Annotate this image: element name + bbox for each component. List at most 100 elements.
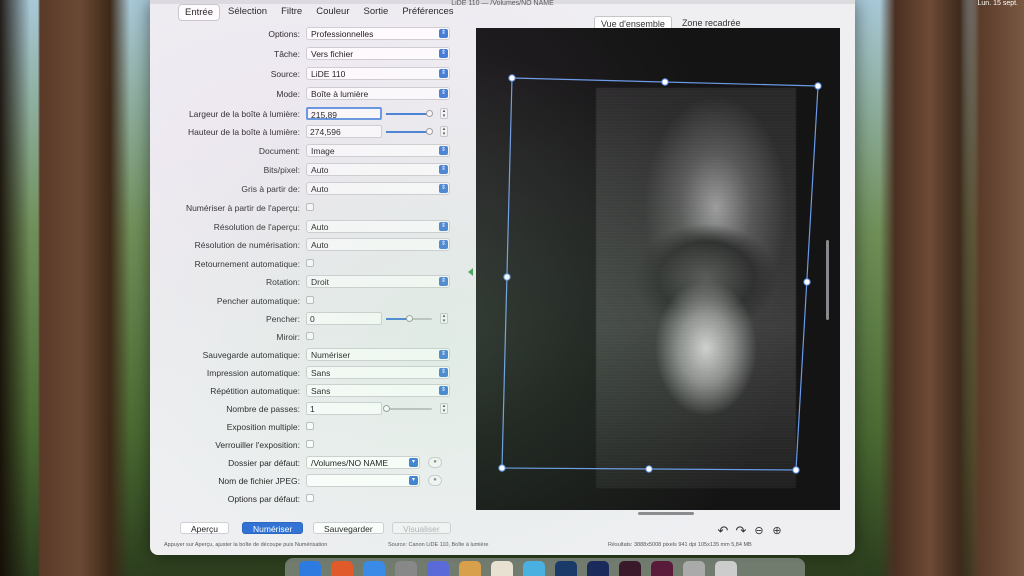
crop-outline[interactable]: [501, 77, 819, 471]
dossier-reset-button[interactable]: ●: [428, 457, 442, 468]
mode-select[interactable]: Boîte à lumière ⇕: [306, 87, 450, 100]
row-verrouiller: Verrouiller l'exposition:: [150, 437, 460, 453]
largeur-label: Largeur de la boîte à lumière:: [188, 109, 300, 119]
trash-icon[interactable]: [715, 561, 737, 576]
miroir-checkbox[interactable]: [306, 332, 314, 340]
preview-area[interactable]: [476, 28, 840, 510]
options-label: Options:: [268, 29, 300, 39]
apercu-button[interactable]: Aperçu: [180, 522, 229, 534]
tache-select[interactable]: Vers fichier ⇕: [306, 47, 450, 60]
rotate-left-icon[interactable]: ↶: [716, 524, 730, 538]
nom-jpeg-reset-button[interactable]: ●: [428, 475, 442, 486]
hauteur-stepper[interactable]: ▴ ▾: [440, 126, 448, 137]
safari-icon[interactable]: [363, 561, 385, 576]
slider-knob[interactable]: [426, 128, 434, 135]
largeur-input[interactable]: 215,89: [306, 107, 382, 120]
app-icon[interactable]: [587, 561, 609, 576]
sauvegarde-select[interactable]: Numériser ⇕: [306, 348, 450, 361]
settings-icon[interactable]: [395, 561, 417, 576]
tab-sortie[interactable]: Sortie: [358, 4, 395, 21]
chevron-updown-icon: ⇕: [439, 69, 448, 78]
app-icon[interactable]: [459, 561, 481, 576]
repetition-select[interactable]: Sans ⇕: [306, 384, 450, 397]
finder-icon[interactable]: [299, 561, 321, 576]
dossier-select[interactable]: /Volumes/NO NAME ▾: [306, 456, 420, 469]
options-defaut-checkbox[interactable]: [306, 494, 314, 502]
pencher-stepper[interactable]: ▴ ▾: [440, 313, 448, 324]
crop-handle[interactable]: [645, 465, 653, 473]
source-select[interactable]: LiDE 110 ⇕: [306, 67, 450, 80]
nom-jpeg-select[interactable]: ▾: [306, 474, 420, 487]
crop-handle[interactable]: [503, 273, 511, 281]
options-select[interactable]: Professionnelles ⇕: [306, 27, 450, 40]
numeriser-button[interactable]: Numériser: [242, 522, 304, 534]
numeriser-apercu-checkbox[interactable]: [306, 203, 314, 211]
pencher-input[interactable]: 0: [306, 312, 382, 325]
passes-stepper[interactable]: ▴ ▾: [440, 403, 448, 414]
hauteur-label: Hauteur de la boîte à lumière:: [188, 127, 300, 137]
collapse-arrow-icon[interactable]: [468, 268, 473, 276]
row-rotation: Rotation: Droit ⇕: [150, 274, 460, 290]
rotation-select[interactable]: Droit ⇕: [306, 275, 450, 288]
nom-jpeg-label: Nom de fichier JPEG:: [218, 476, 300, 486]
slider-knob[interactable]: [382, 405, 390, 412]
document-select[interactable]: Image ⇕: [306, 144, 450, 157]
document-label: Document:: [258, 146, 300, 156]
slider-knob[interactable]: [405, 315, 413, 322]
resolution-apercu-select[interactable]: Auto ⇕: [306, 220, 450, 233]
horizontal-scrollbar[interactable]: [638, 512, 694, 515]
retournement-checkbox[interactable]: [306, 259, 314, 267]
slider-knob[interactable]: [426, 110, 434, 117]
app-icon[interactable]: [683, 561, 705, 576]
zoom-in-icon[interactable]: ⊕: [770, 524, 784, 538]
visualiser-button[interactable]: Visualiser: [392, 522, 451, 534]
crop-handle[interactable]: [498, 464, 506, 472]
crop-handle[interactable]: [508, 74, 516, 82]
gris-label: Gris à partir de:: [241, 184, 300, 194]
chevron-updown-icon: ⇕: [439, 240, 448, 249]
row-pencher: Pencher: 0 ▴ ▾: [150, 311, 460, 327]
exposition-multiple-checkbox[interactable]: [306, 422, 314, 430]
retournement-label: Retournement automatique:: [194, 259, 300, 269]
rotate-right-icon[interactable]: ↷: [734, 524, 748, 538]
tab-preferences[interactable]: Préférences: [396, 4, 459, 21]
passes-input[interactable]: 1: [306, 402, 382, 415]
crop-handle[interactable]: [814, 82, 822, 90]
tab-selection[interactable]: Sélection: [222, 4, 273, 21]
bits-select[interactable]: Auto ⇕: [306, 163, 450, 176]
impression-select[interactable]: Sans ⇕: [306, 366, 450, 379]
app-icon[interactable]: [427, 561, 449, 576]
mode-label: Mode:: [276, 89, 300, 99]
crop-handle[interactable]: [792, 466, 800, 474]
row-impression: Impression automatique: Sans ⇕: [150, 365, 460, 381]
row-exposition-multiple: Exposition multiple:: [150, 419, 460, 435]
resolution-num-select[interactable]: Auto ⇕: [306, 238, 450, 251]
gris-select[interactable]: Auto ⇕: [306, 182, 450, 195]
bits-label: Bits/pixel:: [263, 165, 300, 175]
tab-entree[interactable]: Entrée: [178, 4, 220, 21]
passes-slider[interactable]: [382, 405, 432, 412]
pencher-slider[interactable]: [386, 315, 432, 322]
tab-couleur[interactable]: Couleur: [310, 4, 355, 21]
verrouiller-checkbox[interactable]: [306, 440, 314, 448]
pencher-auto-checkbox[interactable]: [306, 296, 314, 304]
app-icon[interactable]: [651, 561, 673, 576]
crop-handle[interactable]: [661, 78, 669, 86]
sauvegarder-button[interactable]: Sauvegarder: [313, 522, 384, 534]
crop-box[interactable]: [476, 28, 840, 510]
zoom-out-icon[interactable]: ⊖: [752, 524, 766, 538]
crop-handle[interactable]: [803, 278, 811, 286]
dossier-label: Dossier par défaut:: [228, 458, 300, 468]
hauteur-input[interactable]: 274,596: [306, 125, 382, 138]
app-icon[interactable]: [619, 561, 641, 576]
hauteur-slider[interactable]: [386, 128, 434, 135]
vertical-scrollbar[interactable]: [826, 240, 829, 320]
app-icon[interactable]: [555, 561, 577, 576]
app-icon[interactable]: [491, 561, 513, 576]
app-icon[interactable]: [523, 561, 545, 576]
app-icon[interactable]: [331, 561, 353, 576]
largeur-slider[interactable]: [386, 110, 434, 117]
chevron-updown-icon: ⇕: [439, 350, 448, 359]
tab-filtre[interactable]: Filtre: [275, 4, 308, 21]
largeur-stepper[interactable]: ▴ ▾: [440, 108, 448, 119]
